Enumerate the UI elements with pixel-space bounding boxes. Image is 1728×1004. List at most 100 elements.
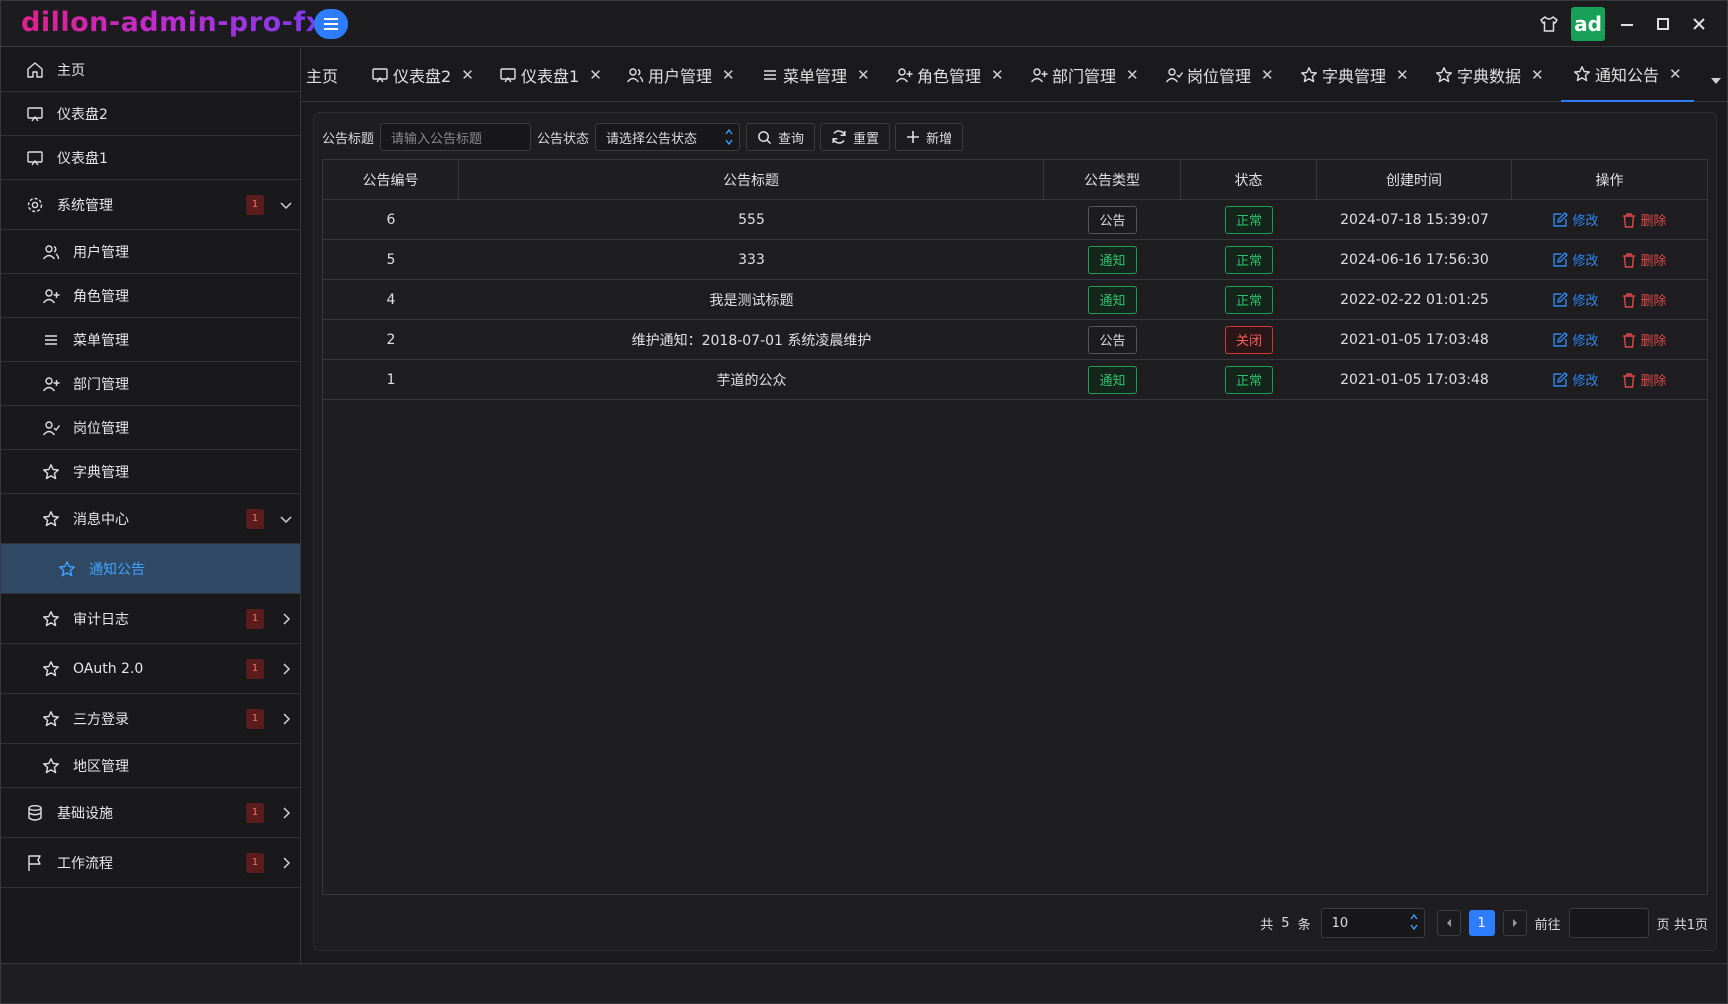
sidebar-item-message-center[interactable]: 消息中心 1 xyxy=(1,494,300,544)
refresh-icon xyxy=(832,130,846,144)
column-header-actions[interactable]: 操作 xyxy=(1512,160,1707,199)
delete-label: 删除 xyxy=(1640,374,1667,389)
sidebar-item-menus[interactable]: 菜单管理 xyxy=(1,318,300,362)
close-tab-icon[interactable]: ✕ xyxy=(722,66,735,84)
close-tab-icon[interactable]: ✕ xyxy=(1531,66,1544,84)
sidebar-item-posts[interactable]: 岗位管理 xyxy=(1,406,300,450)
search-button[interactable]: 查询 xyxy=(746,123,816,151)
close-tab-icon[interactable]: ✕ xyxy=(991,66,1004,84)
database-icon xyxy=(25,803,45,823)
tab-users[interactable]: 用户管理 ✕ xyxy=(626,48,735,102)
sidebar-item-regions[interactable]: 地区管理 xyxy=(1,744,300,788)
tab-overflow-dropdown[interactable] xyxy=(1711,78,1721,84)
column-header-created[interactable]: 创建时间 xyxy=(1317,160,1512,199)
caret-left-icon xyxy=(1446,919,1451,927)
sidebar-item-users[interactable]: 用户管理 xyxy=(1,230,300,274)
close-tab-icon[interactable]: ✕ xyxy=(461,66,474,84)
star-icon xyxy=(1435,66,1453,84)
tab-dictionary[interactable]: 字典管理 ✕ xyxy=(1300,48,1409,102)
edit-button[interactable]: 修改 xyxy=(1552,250,1599,269)
maximize-button[interactable] xyxy=(1645,7,1681,41)
sidebar-item-system[interactable]: 系统管理 1 xyxy=(1,180,300,230)
created-time: 2021-01-05 17:03:48 xyxy=(1340,371,1489,388)
tab-dashboard1[interactable]: 仪表盘1 ✕ xyxy=(499,48,602,102)
count-badge: 1 xyxy=(246,194,264,215)
tab-notices[interactable]: 通知公告 ✕ xyxy=(1561,48,1694,102)
notice-title: 我是测试标题 xyxy=(709,292,794,309)
title-filter-label: 公告标题 xyxy=(322,131,375,147)
page-size-select[interactable]: 10 xyxy=(1320,908,1425,938)
menu-toggle-button[interactable] xyxy=(314,9,348,39)
sidebar-item-roles[interactable]: 角色管理 xyxy=(1,274,300,318)
count-badge: 1 xyxy=(246,708,264,729)
chevron-right-icon xyxy=(283,856,291,869)
delete-button[interactable]: 删除 xyxy=(1621,330,1667,349)
table-row[interactable]: 2 维护通知：2018-07-01 系统凌晨维护 公告 关闭 2021-01-0… xyxy=(323,320,1707,360)
status-tag: 正常 xyxy=(1224,245,1273,274)
table-row[interactable]: 6 555 公告 正常 2024-07-18 15:39:07 修改 删除 xyxy=(323,200,1707,240)
prev-page-button[interactable] xyxy=(1436,910,1461,936)
sidebar-item-audit-log[interactable]: 审计日志 1 xyxy=(1,594,300,644)
sidebar-item-dictionary[interactable]: 字典管理 xyxy=(1,450,300,494)
sidebar-item-dashboard1[interactable]: 仪表盘1 xyxy=(1,136,300,180)
actions-cell: 修改 删除 xyxy=(1512,320,1707,359)
table-row[interactable]: 5 333 通知 正常 2024-06-16 17:56:30 修改 删除 xyxy=(323,240,1707,280)
edit-button[interactable]: 修改 xyxy=(1552,290,1599,309)
close-tab-icon[interactable]: ✕ xyxy=(1396,66,1409,84)
sidebar-item-label: 角色管理 xyxy=(73,288,129,305)
close-tab-icon[interactable]: ✕ xyxy=(1126,66,1139,84)
minimize-button[interactable] xyxy=(1609,7,1645,41)
type-cell: 通知 xyxy=(1044,240,1181,279)
goto-page-input[interactable] xyxy=(1568,908,1649,938)
tab-roles[interactable]: 角色管理 ✕ xyxy=(895,48,1004,102)
column-header-status[interactable]: 状态 xyxy=(1181,160,1317,199)
list-icon xyxy=(41,330,61,350)
theme-button[interactable] xyxy=(1531,7,1567,41)
sidebar-item-oauth[interactable]: OAuth 2.0 1 xyxy=(1,644,300,694)
edit-button[interactable]: 修改 xyxy=(1552,330,1599,349)
sidebar-item-infrastructure[interactable]: 基础设施 1 xyxy=(1,788,300,838)
sidebar-item-departments[interactable]: 部门管理 xyxy=(1,362,300,406)
column-header-id[interactable]: 公告编号 xyxy=(323,160,459,199)
reset-button[interactable]: 重置 xyxy=(820,123,891,151)
tab-dashboard2[interactable]: 仪表盘2 ✕ xyxy=(371,48,474,102)
title-search-input[interactable]: 请输入公告标题 xyxy=(380,123,532,151)
edit-button[interactable]: 修改 xyxy=(1552,370,1599,389)
tab-label: 用户管理 xyxy=(648,67,713,86)
sidebar-item-workflow[interactable]: 工作流程 1 xyxy=(1,838,300,888)
tab-dictionary-data[interactable]: 字典数据 ✕ xyxy=(1435,48,1544,102)
edit-button[interactable]: 修改 xyxy=(1552,210,1599,229)
sidebar-item-dashboard2[interactable]: 仪表盘2 xyxy=(1,92,300,136)
sidebar-item-label: 部门管理 xyxy=(73,376,129,393)
add-button[interactable]: 新增 xyxy=(895,123,964,151)
delete-button[interactable]: 删除 xyxy=(1621,210,1667,229)
delete-button[interactable]: 删除 xyxy=(1621,290,1667,309)
delete-button[interactable]: 删除 xyxy=(1621,370,1667,389)
close-tab-icon[interactable]: ✕ xyxy=(589,66,602,84)
total-suffix: 条 xyxy=(1297,917,1311,933)
status-select[interactable]: 请选择公告状态 xyxy=(595,123,741,151)
close-tab-icon[interactable]: ✕ xyxy=(1261,66,1274,84)
column-header-title[interactable]: 公告标题 xyxy=(459,160,1044,199)
tab-menus[interactable]: 菜单管理 ✕ xyxy=(761,48,870,102)
sidebar-item-social-login[interactable]: 三方登录 1 xyxy=(1,694,300,744)
delete-button[interactable]: 删除 xyxy=(1621,250,1667,269)
close-window-button[interactable] xyxy=(1681,7,1717,41)
chevron-right-icon xyxy=(283,806,291,819)
close-tab-icon[interactable]: ✕ xyxy=(1669,65,1682,83)
avatar[interactable]: ad xyxy=(1571,7,1605,41)
table-row[interactable]: 1 芋道的公众 通知 正常 2021-01-05 17:03:48 修改 删除 xyxy=(323,360,1707,400)
close-tab-icon[interactable]: ✕ xyxy=(857,66,870,84)
tab-departments[interactable]: 部门管理 ✕ xyxy=(1030,48,1139,102)
column-header-type[interactable]: 公告类型 xyxy=(1044,160,1181,199)
tab-posts[interactable]: 岗位管理 ✕ xyxy=(1165,48,1274,102)
table-row[interactable]: 4 我是测试标题 通知 正常 2022-02-22 01:01:25 修改 删除 xyxy=(323,280,1707,320)
page-number-button[interactable]: 1 xyxy=(1468,910,1495,936)
sidebar-item-home[interactable]: 主页 xyxy=(1,48,300,92)
tab-home[interactable]: 主页 xyxy=(306,48,338,102)
sidebar-item-notices[interactable]: 通知公告 xyxy=(1,544,300,594)
next-page-button[interactable] xyxy=(1502,910,1527,936)
search-icon xyxy=(758,130,772,144)
edit-label: 修改 xyxy=(1572,374,1599,389)
count-badge: 1 xyxy=(246,658,264,679)
